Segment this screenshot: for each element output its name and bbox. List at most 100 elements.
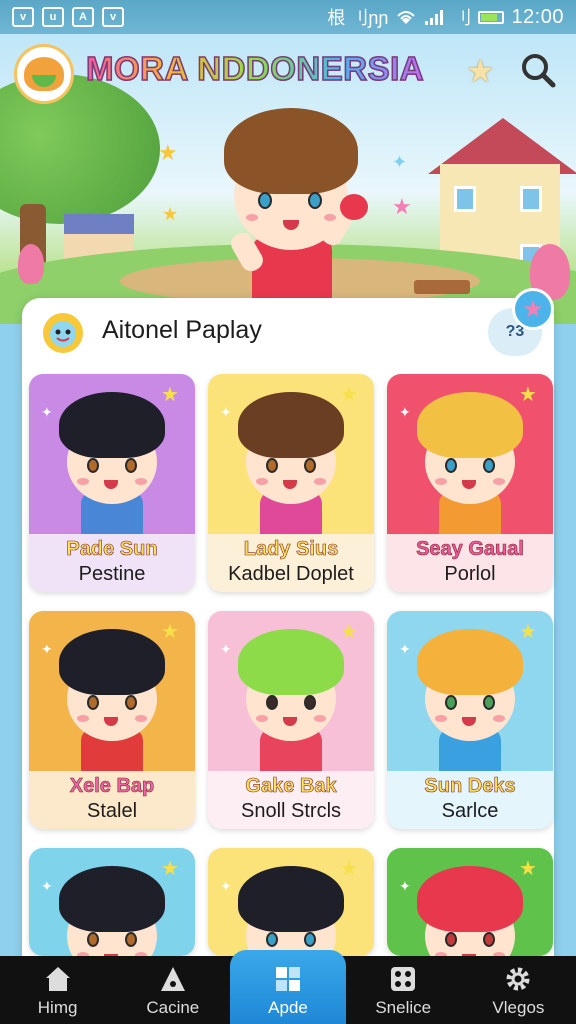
status-indicators: 根 刂ɲɲ 刂 12:00	[327, 4, 564, 30]
character-hair	[417, 629, 523, 695]
card-subtitle: Kadbel Doplet	[228, 563, 354, 585]
card-character	[49, 386, 175, 540]
nav-item-cacine[interactable]: Cacine	[115, 956, 230, 1024]
card-title: Gake Bak	[245, 775, 337, 798]
character-eye	[87, 458, 99, 473]
star-icon: ★	[158, 140, 178, 165]
card-character	[407, 860, 533, 956]
card-character	[49, 623, 175, 777]
status-app-icon: v	[12, 7, 34, 27]
character-card[interactable]: ★ ✦ Xele Bap Stalel	[29, 611, 195, 829]
character-eye	[266, 458, 278, 473]
character-blush	[256, 478, 268, 485]
character-blush	[493, 715, 505, 722]
card-character	[228, 623, 354, 777]
character-blush	[256, 715, 268, 722]
card-label: Pade Sun Pestine	[29, 534, 195, 592]
grid-icon	[276, 967, 300, 991]
card-art: ★ ✦	[29, 374, 195, 540]
card-label: Lady Sius Kadbel Doplet	[208, 534, 374, 592]
mascot-icon	[24, 57, 64, 91]
home-icon	[45, 967, 70, 991]
character-hair	[417, 392, 523, 458]
nav-item-snelice[interactable]: Snelice	[346, 956, 461, 1024]
card-title: Seay Gaual	[416, 538, 524, 561]
character-eye	[125, 695, 137, 710]
nav-item-home[interactable]: Himg	[0, 956, 115, 1024]
bench-illustration	[414, 280, 470, 294]
gear-icon	[506, 967, 530, 991]
character-card[interactable]: ★ ✦	[387, 848, 553, 956]
flower-illustration	[18, 244, 44, 284]
character-blush	[135, 478, 147, 485]
character-blush	[314, 715, 326, 722]
status-app-icons: v u A v	[12, 7, 124, 27]
character-card[interactable]: ★ ✦ Seay Gaual Porlol	[387, 374, 553, 592]
search-icon[interactable]	[518, 50, 558, 90]
character-eye	[125, 458, 137, 473]
triangle-icon	[160, 967, 185, 991]
character-blush	[435, 715, 447, 722]
character-card[interactable]: ★ ✦ Sun Deks Sarlce	[387, 611, 553, 829]
nav-label: Apde	[268, 998, 308, 1017]
card-subtitle: Porlol	[444, 563, 496, 585]
character-blush	[135, 715, 147, 722]
card-label: Sun Deks Sarlce	[387, 771, 553, 829]
character-blush	[77, 715, 89, 722]
character-blush	[246, 214, 258, 221]
card-art: ★ ✦	[208, 848, 374, 956]
card-subtitle: Pestine	[78, 563, 146, 585]
character-eye	[87, 695, 99, 710]
character-hair	[238, 392, 344, 458]
character-card[interactable]: ★ ✦	[208, 848, 374, 956]
app-logo[interactable]	[14, 44, 74, 104]
app-title: MORA NDDONERSIA	[85, 49, 424, 94]
character-eye	[445, 932, 457, 947]
character-eye	[266, 695, 278, 710]
card-title: Lady Sius	[243, 538, 339, 561]
character-eye	[266, 932, 278, 947]
card-subtitle: Snoll Strcls	[240, 800, 342, 822]
card-label: Xele Bap Stalel	[29, 771, 195, 829]
status-bar: v u A v 根 刂ɲɲ 刂 12:00	[0, 0, 576, 34]
window	[520, 186, 542, 212]
character-eye	[258, 192, 272, 209]
card-subtitle: Stalel	[86, 800, 138, 822]
card-art: ★ ✦	[387, 374, 553, 540]
sun-mascot-icon	[43, 313, 83, 353]
network-text: 刂	[453, 8, 472, 28]
card-character	[407, 623, 533, 777]
character-eye	[87, 932, 99, 947]
character-blush	[435, 478, 447, 485]
character-eye	[304, 695, 316, 710]
character-card[interactable]: ★ ✦ Gake Bak Snoll Strcls	[208, 611, 374, 829]
toy-illustration	[340, 194, 368, 220]
nav-label: Cacine	[146, 998, 200, 1017]
dice-icon	[391, 967, 416, 991]
nav-label: Snelice	[375, 998, 432, 1017]
battery-icon	[478, 10, 505, 24]
card-title: Xele Bap	[69, 775, 155, 798]
wifi-icon	[397, 11, 416, 24]
card-character	[228, 860, 354, 956]
nav-item-apde[interactable]: Apde	[230, 950, 346, 1024]
nav-item-vlegos[interactable]: Vlegos	[461, 956, 576, 1024]
character-blush	[324, 214, 336, 221]
favorites-star-icon[interactable]: ★	[466, 52, 495, 90]
status-app-icon: v	[102, 7, 124, 27]
star-badge-icon[interactable]: ★	[512, 288, 554, 330]
card-title: Pade Sun	[66, 538, 158, 561]
character-eye	[445, 695, 457, 710]
character-card[interactable]: ★ ✦ Lady Sius Kadbel Doplet	[208, 374, 374, 592]
window	[454, 186, 476, 212]
character-card[interactable]: ★ ✦	[29, 848, 195, 956]
character-card[interactable]: ★ ✦ Pade Sun Pestine	[29, 374, 195, 592]
card-art: ★ ✦	[387, 611, 553, 777]
character-eye	[304, 458, 316, 473]
character-hair	[238, 866, 344, 932]
status-app-icon: u	[42, 7, 64, 27]
card-art: ★ ✦	[29, 611, 195, 777]
character-hair	[59, 392, 165, 458]
character-eye	[125, 932, 137, 947]
character-eye	[483, 932, 495, 947]
